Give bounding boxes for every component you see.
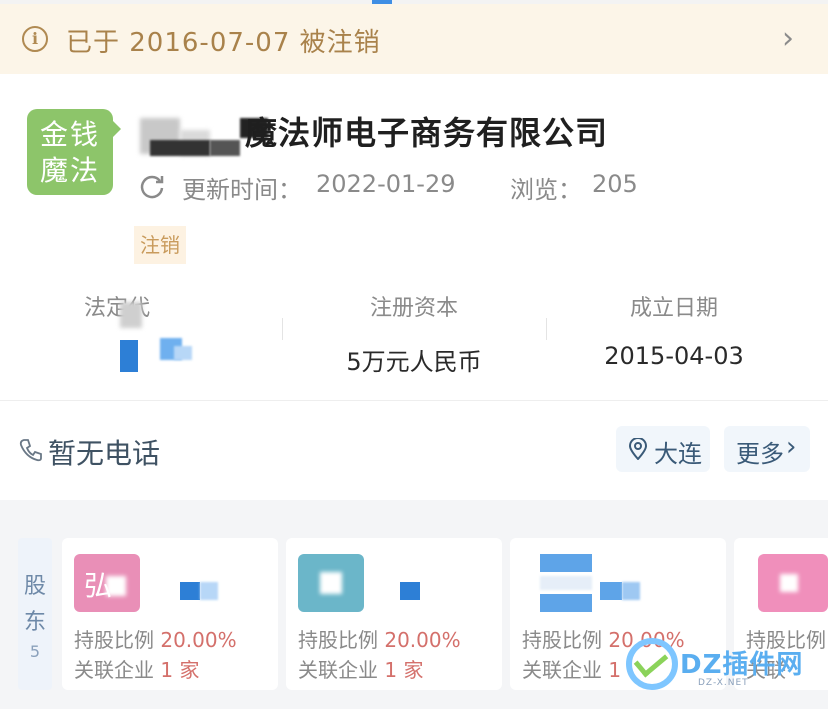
- logo-line-1: 金钱: [39, 118, 100, 151]
- phone-status[interactable]: 暂无电话: [48, 432, 160, 472]
- watermark-sub: DZ-X.NET: [698, 678, 749, 688]
- phone-icon[interactable]: [18, 437, 44, 463]
- views-label: 浏览：: [510, 176, 582, 204]
- logo-line-2: 魔法: [39, 154, 100, 187]
- info-icon: i: [22, 26, 48, 52]
- views-value: 205: [592, 170, 638, 198]
- watermark-logo: DZ插件网 DZ-X.NET: [626, 632, 816, 698]
- logo-tail: [113, 121, 121, 137]
- stat-divider: [282, 318, 283, 340]
- holding-ratio-value: 20.00%: [160, 628, 237, 652]
- avatar: [758, 554, 828, 612]
- shareholders-tab[interactable]: 股 东 5: [18, 538, 52, 690]
- related-value: 1 家: [160, 658, 200, 682]
- update-time-label: 更新时间：: [182, 176, 302, 204]
- banner-text: 已于 2016-07-07 被注销: [66, 28, 381, 58]
- location-text: 大连: [654, 440, 702, 468]
- more-button[interactable]: 更多 ›: [724, 426, 810, 472]
- founded-value: 2015-04-03: [604, 342, 744, 370]
- holding-ratio-label: 持股比例: [298, 628, 378, 652]
- shareholder-card[interactable]: 弘 持股比例 20.00% 关联企业 1 家: [62, 538, 278, 690]
- chevron-right-icon: ›: [786, 432, 797, 462]
- holding-ratio: 持股比例 20.00%: [298, 624, 461, 653]
- shareholder-card[interactable]: 持股比例 20.00% 关联企业 1 家: [286, 538, 502, 690]
- related-companies: 关联企业 1: [522, 654, 621, 683]
- shareholders-count: 5: [29, 642, 41, 661]
- stat-divider: [546, 318, 547, 340]
- holding-ratio-value: 20.00%: [384, 628, 461, 652]
- related-value: 1 家: [384, 658, 424, 682]
- status-badge: 注销: [134, 226, 186, 264]
- stat-founded-date: 成立日期 2015-04-03: [574, 290, 774, 370]
- avatar: [298, 554, 364, 612]
- chevron-right-icon: ›: [782, 21, 794, 56]
- deregistered-banner[interactable]: i 已于 2016-07-07 被注销 ›: [0, 4, 828, 74]
- holding-ratio: 持股比例 20.00%: [74, 624, 237, 653]
- holding-ratio-label: 持股比例: [522, 628, 602, 652]
- capital-value: 5万元人民币: [346, 348, 482, 376]
- shareholders-label-char1: 股: [23, 574, 46, 599]
- more-text: 更多: [736, 440, 784, 468]
- update-time-value: 2022-01-29: [316, 170, 456, 198]
- refresh-icon[interactable]: [138, 172, 166, 200]
- capital-label: 注册资本: [369, 296, 458, 321]
- related-label: 关联企业: [74, 658, 154, 682]
- stat-registered-capital: 注册资本 5万元人民币: [314, 290, 514, 377]
- company-logo: 金钱 魔法: [27, 109, 121, 195]
- founded-label: 成立日期: [629, 296, 718, 321]
- related-value: 1: [608, 658, 622, 682]
- related-label: 关联企业: [298, 658, 378, 682]
- holding-ratio-label: 持股比例: [74, 628, 154, 652]
- location-button[interactable]: 大连: [616, 426, 710, 472]
- location-pin-icon: [628, 438, 648, 460]
- related-label: 关联企业: [522, 658, 602, 682]
- company-name: 魔法师电子商务有限公司: [245, 114, 609, 152]
- shareholders-label-char2: 东: [23, 610, 46, 635]
- related-companies: 关联企业 1 家: [74, 654, 199, 683]
- avatar: 弘: [74, 554, 140, 612]
- section-divider: [0, 400, 828, 401]
- related-companies: 关联企业 1 家: [298, 654, 423, 683]
- watermark-text: DZ插件网: [680, 650, 804, 680]
- avatar: [522, 554, 592, 612]
